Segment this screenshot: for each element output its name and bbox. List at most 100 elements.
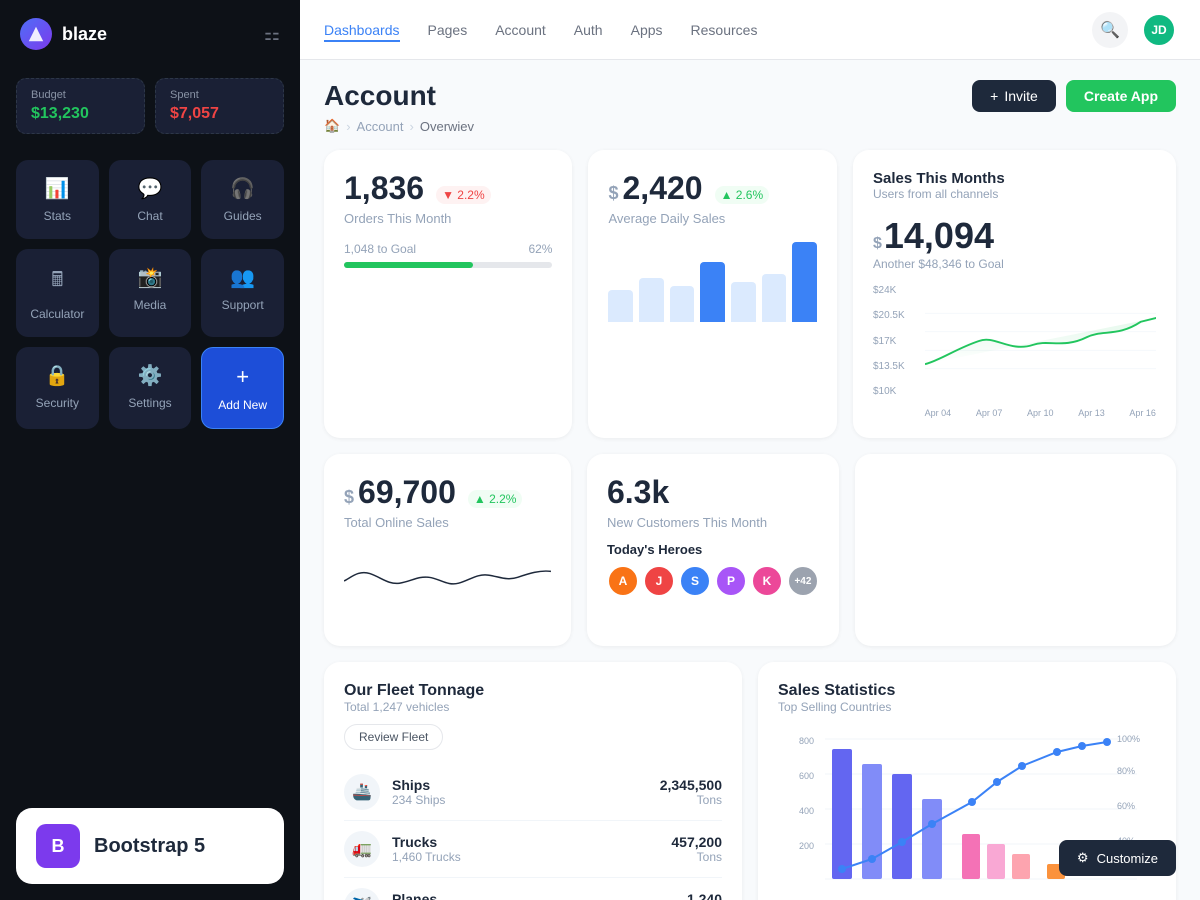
nav-link-auth[interactable]: Auth (574, 18, 603, 42)
svg-text:400: 400 (799, 806, 814, 816)
nav-item-settings[interactable]: ⚙️ Settings (109, 347, 192, 429)
stats-row-1: 1,836 ▼ 2.2% Orders This Month 1,048 to … (324, 150, 1176, 438)
bootstrap-icon: B (36, 824, 80, 868)
hero-avatar-1: A (607, 565, 639, 597)
nav-item-security[interactable]: 🔒 Security (16, 347, 99, 429)
bar-2 (639, 278, 664, 322)
chart-y-axis: $24K $20.5K $17K $13.5K $10K (873, 281, 905, 401)
orders-card: 1,836 ▼ 2.2% Orders This Month 1,048 to … (324, 150, 572, 438)
nav-item-guides[interactable]: 🎧 Guides (201, 160, 284, 239)
nav-link-pages[interactable]: Pages (428, 18, 468, 42)
nav-label-add-new: Add New (218, 398, 267, 412)
customize-button[interactable]: ⚙ Customize (1059, 840, 1176, 876)
chart-svg-container: Apr 04 Apr 07 Apr 10 Apr 13 Apr 16 (925, 281, 1156, 418)
trucks-name: Trucks (392, 834, 659, 850)
invite-button[interactable]: + Invite (972, 80, 1056, 112)
nav-item-stats[interactable]: 📊 Stats (16, 160, 99, 239)
calculator-icon: 🖩 (51, 265, 63, 299)
svg-text:60%: 60% (1117, 801, 1135, 811)
nav-label-security: Security (36, 396, 79, 410)
nav-item-media[interactable]: 📸 Media (109, 249, 192, 337)
search-button[interactable]: 🔍 (1092, 12, 1128, 48)
nav-item-calculator[interactable]: 🖩 Calculator (16, 249, 99, 337)
nav-link-account[interactable]: Account (495, 18, 546, 42)
sales-big-value: 14,094 (884, 215, 994, 257)
menu-icon[interactable]: ⚏ (264, 24, 280, 45)
fleet-item-trucks: 🚛 Trucks 1,460 Trucks 457,200 Tons (344, 821, 722, 878)
add-new-icon: + (236, 364, 249, 390)
fleet-info-ships: Ships 234 Ships (392, 777, 648, 807)
daily-sales-label: Average Daily Sales (608, 211, 816, 226)
x-label-3: Apr 10 (1027, 408, 1054, 418)
bar-7 (792, 242, 817, 322)
spent-card: Spent $7,057 (155, 78, 284, 134)
header-actions: + Invite Create App (972, 80, 1176, 112)
fleet-card: Our Fleet Tonnage Total 1,247 vehicles R… (324, 662, 742, 900)
online-prefix: $ (344, 487, 354, 508)
bar-1 (608, 290, 633, 322)
nav-link-resources[interactable]: Resources (691, 18, 758, 42)
planes-amount: 1,240 (687, 891, 722, 900)
hero-avatar-more: +42 (787, 565, 819, 597)
review-fleet-button[interactable]: Review Fleet (344, 724, 443, 750)
bar-5 (731, 282, 756, 322)
orders-value: 1,836 (344, 170, 424, 207)
goal-bar-container: 1,048 to Goal 62% (344, 242, 552, 268)
nav-label-guides: Guides (224, 209, 262, 223)
chart-layout: $24K $20.5K $17K $13.5K $10K (873, 281, 1156, 418)
fleet-sub: Total 1,247 vehicles (344, 700, 722, 714)
spent-value: $7,057 (170, 105, 269, 123)
page-title: Account (324, 80, 474, 112)
online-sales-badge: ▲ 2.2% (468, 490, 523, 508)
wave-chart (344, 546, 551, 626)
ships-count: 234 Ships (392, 793, 648, 807)
nav-item-support[interactable]: 👥 Support (201, 249, 284, 337)
create-app-button[interactable]: Create App (1066, 80, 1176, 112)
new-customers-value: 6.3k (607, 474, 669, 510)
fleet-info-planes: Planes 8 Aircrafts (392, 891, 675, 900)
stats-row-2: $ 69,700 ▲ 2.2% Total Online Sales 6.3k … (324, 454, 1176, 646)
online-sales-value: 69,700 (358, 474, 456, 511)
ships-icon: 🚢 (344, 774, 380, 810)
user-avatar[interactable]: JD (1142, 13, 1176, 47)
fleet-title: Our Fleet Tonnage (344, 682, 722, 700)
trucks-amount: 457,200 (671, 834, 722, 850)
nav-item-add-new[interactable]: + Add New (201, 347, 284, 429)
orders-badge: ▼ 2.2% (436, 186, 491, 204)
fleet-value-ships: 2,345,500 Tons (660, 777, 722, 807)
top-nav-links: Dashboards Pages Account Auth Apps Resou… (324, 18, 757, 42)
nav-link-apps[interactable]: Apps (631, 18, 663, 42)
new-customers-label: New Customers This Month (607, 515, 819, 530)
empty-right-card (855, 454, 1176, 646)
svg-text:100%: 100% (1117, 734, 1140, 744)
fleet-value-trucks: 457,200 Tons (671, 834, 722, 864)
customize-label: Customize (1097, 851, 1158, 866)
goal-pct: 62% (528, 242, 552, 256)
invite-plus-icon: + (990, 88, 998, 104)
planes-name: Planes (392, 891, 675, 900)
nav-link-dashboards[interactable]: Dashboards (324, 18, 400, 42)
breadcrumb-account[interactable]: Account (357, 119, 404, 134)
bottom-grid: Our Fleet Tonnage Total 1,247 vehicles R… (324, 662, 1176, 900)
trucks-unit: Tons (671, 850, 722, 864)
sales-month-sub: Users from all channels (873, 187, 1156, 201)
goal-text: 1,048 to Goal (344, 242, 416, 256)
x-label-2: Apr 07 (976, 408, 1003, 418)
hero-avatar-2: J (643, 565, 675, 597)
invite-label: Invite (1004, 88, 1037, 104)
sidebar: blaze ⚏ Budget $13,230 Spent $7,057 📊 St… (0, 0, 300, 900)
spent-label: Spent (170, 89, 269, 101)
sidebar-bottom: B Bootstrap 5 (0, 792, 300, 900)
budget-label: Budget (31, 89, 130, 101)
content-area: Account 🏠 › Account › Overwiev + Invite … (300, 60, 1200, 900)
y-label-4: $13.5K (873, 361, 905, 372)
nav-label-support: Support (222, 298, 264, 312)
nav-label-settings: Settings (128, 396, 171, 410)
breadcrumb-home: 🏠 (324, 118, 340, 134)
nav-label-calculator: Calculator (30, 307, 84, 321)
nav-label-chat: Chat (137, 209, 162, 223)
chart-x-axis: Apr 04 Apr 07 Apr 10 Apr 13 Apr 16 (925, 408, 1156, 418)
nav-item-chat[interactable]: 💬 Chat (109, 160, 192, 239)
nav-label-stats: Stats (44, 209, 71, 223)
hero-avatar-5: K (751, 565, 783, 597)
